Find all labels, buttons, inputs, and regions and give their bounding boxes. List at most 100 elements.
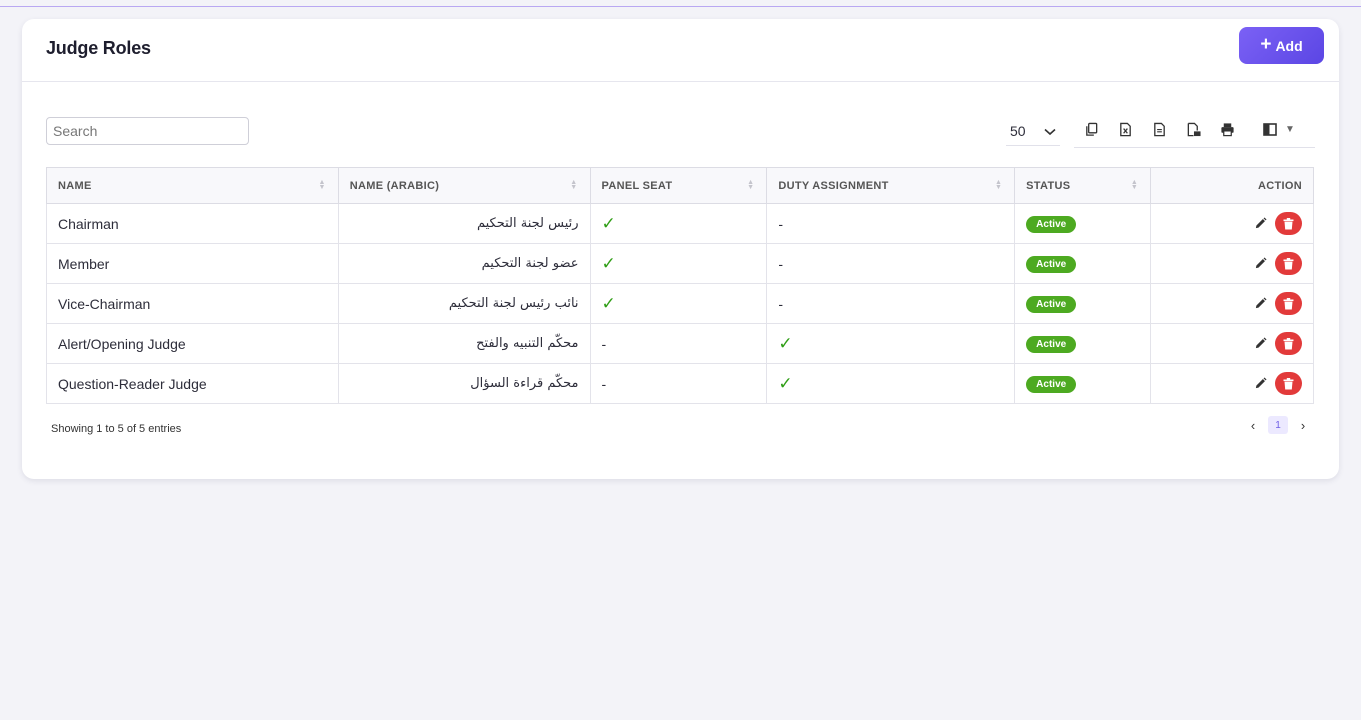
print-button[interactable] [1210,115,1244,145]
cell-name: Alert/Opening Judge [46,323,339,364]
status-badge: Active [1026,256,1077,273]
cell-name-arabic: عضو لجنة التحكيم [337,243,591,284]
cell-action [1150,203,1314,244]
cell-duty-assignment: - [766,243,1016,284]
copy-button[interactable] [1074,115,1108,145]
cell-panel-seat: ✓ [589,243,768,284]
trash-icon [1283,377,1294,389]
cell-status: Active [1014,243,1152,284]
column-header-duty-assignment[interactable]: DUTY ASSIGNMENT ▲ ▼ [766,167,1016,204]
column-header-name[interactable]: NAME ▲ ▼ [46,167,339,204]
trash-icon [1283,297,1294,309]
page-title: Judge Roles [46,38,151,58]
judge-roles-table: NAME ▲ ▼ NAME (ARABIC) ▲ ▼ PANEL SEAT ▲ ▼ DUTY… [46,167,1314,404]
edit-button[interactable] [1251,215,1269,233]
trash-icon [1283,257,1294,269]
page-size-select[interactable]: 50 [1006,116,1060,146]
page-button-1[interactable]: 1 [1268,416,1288,434]
cell-duty-assignment: - [766,283,1016,324]
cell-duty-assignment: - [766,203,1016,244]
delete-button[interactable] [1275,372,1302,395]
status-badge: Active [1026,216,1077,233]
cell-name: Question-Reader Judge [46,363,339,404]
cell-panel-seat: ✓ [589,203,768,244]
table-row: Alert/Opening Judge محكّم التنبيه والفتح -… [46,323,1314,364]
table-row: Chairman رئيس لجنة التحكيم ✓ - Active [46,203,1314,244]
csv-button[interactable] [1142,115,1176,145]
edit-button[interactable] [1251,255,1269,273]
delete-button[interactable] [1275,252,1302,275]
cell-name-arabic: نائب رئيس لجنة التحكيم [337,283,591,324]
edit-button[interactable] [1251,295,1269,313]
delete-button[interactable] [1275,292,1302,315]
column-header-action: ACTION [1150,167,1314,204]
cell-name: Vice-Chairman [46,283,339,324]
print-icon [1220,123,1234,137]
status-badge: Active [1026,336,1077,353]
sort-icon: ▲ ▼ [318,179,326,191]
add-button[interactable]: + Add [1239,27,1324,64]
next-page-button[interactable]: › [1298,418,1308,433]
excel-icon [1119,122,1131,137]
page-size-value: 50 [1010,122,1026,139]
judge-roles-card: Judge Roles + Add 50 ▼ [22,19,1339,479]
copy-icon [1085,122,1097,136]
export-toolbar: ▼ [1074,112,1315,148]
delete-button[interactable] [1275,332,1302,355]
sort-icon: ▲ ▼ [1130,179,1139,191]
caret-down-icon: ▼ [1285,124,1295,135]
excel-button[interactable] [1108,115,1142,145]
cell-action [1150,323,1314,364]
delete-button[interactable] [1275,212,1302,235]
edit-button[interactable] [1251,335,1269,353]
pencil-icon [1255,217,1267,229]
status-badge: Active [1026,296,1077,313]
column-header-panel-seat[interactable]: PANEL SEAT ▲ ▼ [589,167,768,204]
prev-page-button[interactable]: ‹ [1248,418,1258,433]
cell-name: Member [46,243,339,284]
cell-status: Active [1014,363,1152,404]
pencil-icon [1255,377,1267,389]
cell-action [1150,243,1314,284]
add-button-label: Add [1275,37,1303,54]
pencil-icon [1255,337,1267,349]
chevron-down-icon [1044,123,1056,139]
pencil-icon [1255,297,1267,309]
cell-panel-seat: ✓ [589,283,768,324]
pdf-icon [1187,122,1201,137]
cell-status: Active [1014,203,1152,244]
cell-duty-assignment: ✓ [766,323,1016,364]
entries-info: Showing 1 to 5 of 5 entries [51,423,182,435]
columns-icon [1263,123,1277,136]
pencil-icon [1255,257,1267,269]
card-header: Judge Roles + Add [22,19,1339,82]
column-header-name-arabic[interactable]: NAME (ARABIC) ▲ ▼ [337,167,591,204]
table-header-row: NAME ▲ ▼ NAME (ARABIC) ▲ ▼ PANEL SEAT ▲ ▼ DUTY… [46,167,1314,204]
cell-name-arabic: محكّم قراءة السؤال [337,363,591,404]
table-row: Vice-Chairman نائب رئيس لجنة التحكيم ✓ - Act… [46,283,1314,324]
search-input[interactable] [46,117,249,145]
status-badge: Active [1026,376,1077,393]
cell-name-arabic: رئيس لجنة التحكيم [337,203,591,244]
pagination: ‹ 1 › [1248,416,1308,434]
csv-icon [1153,122,1165,137]
cell-panel-seat: - [589,363,768,404]
sort-icon: ▲ ▼ [570,179,578,191]
cell-name-arabic: محكّم التنبيه والفتح [337,323,591,364]
column-header-status[interactable]: STATUS ▲ ▼ [1014,167,1152,204]
top-border [0,0,1361,7]
sort-icon: ▲ ▼ [747,179,755,191]
edit-button[interactable] [1251,375,1269,393]
cell-action [1150,283,1314,324]
plus-icon: + [1260,34,1272,55]
pdf-button[interactable] [1176,115,1210,145]
cell-status: Active [1014,283,1152,324]
trash-icon [1283,217,1294,229]
table-row: Question-Reader Judge محكّم قراءة السؤال -… [46,363,1314,404]
cell-panel-seat: - [589,323,768,364]
column-visibility-button[interactable]: ▼ [1244,115,1314,145]
cell-name: Chairman [46,203,339,244]
cell-action [1150,363,1314,404]
table-row: Member عضو لجنة التحكيم ✓ - Active [46,243,1314,284]
cell-duty-assignment: ✓ [766,363,1016,404]
